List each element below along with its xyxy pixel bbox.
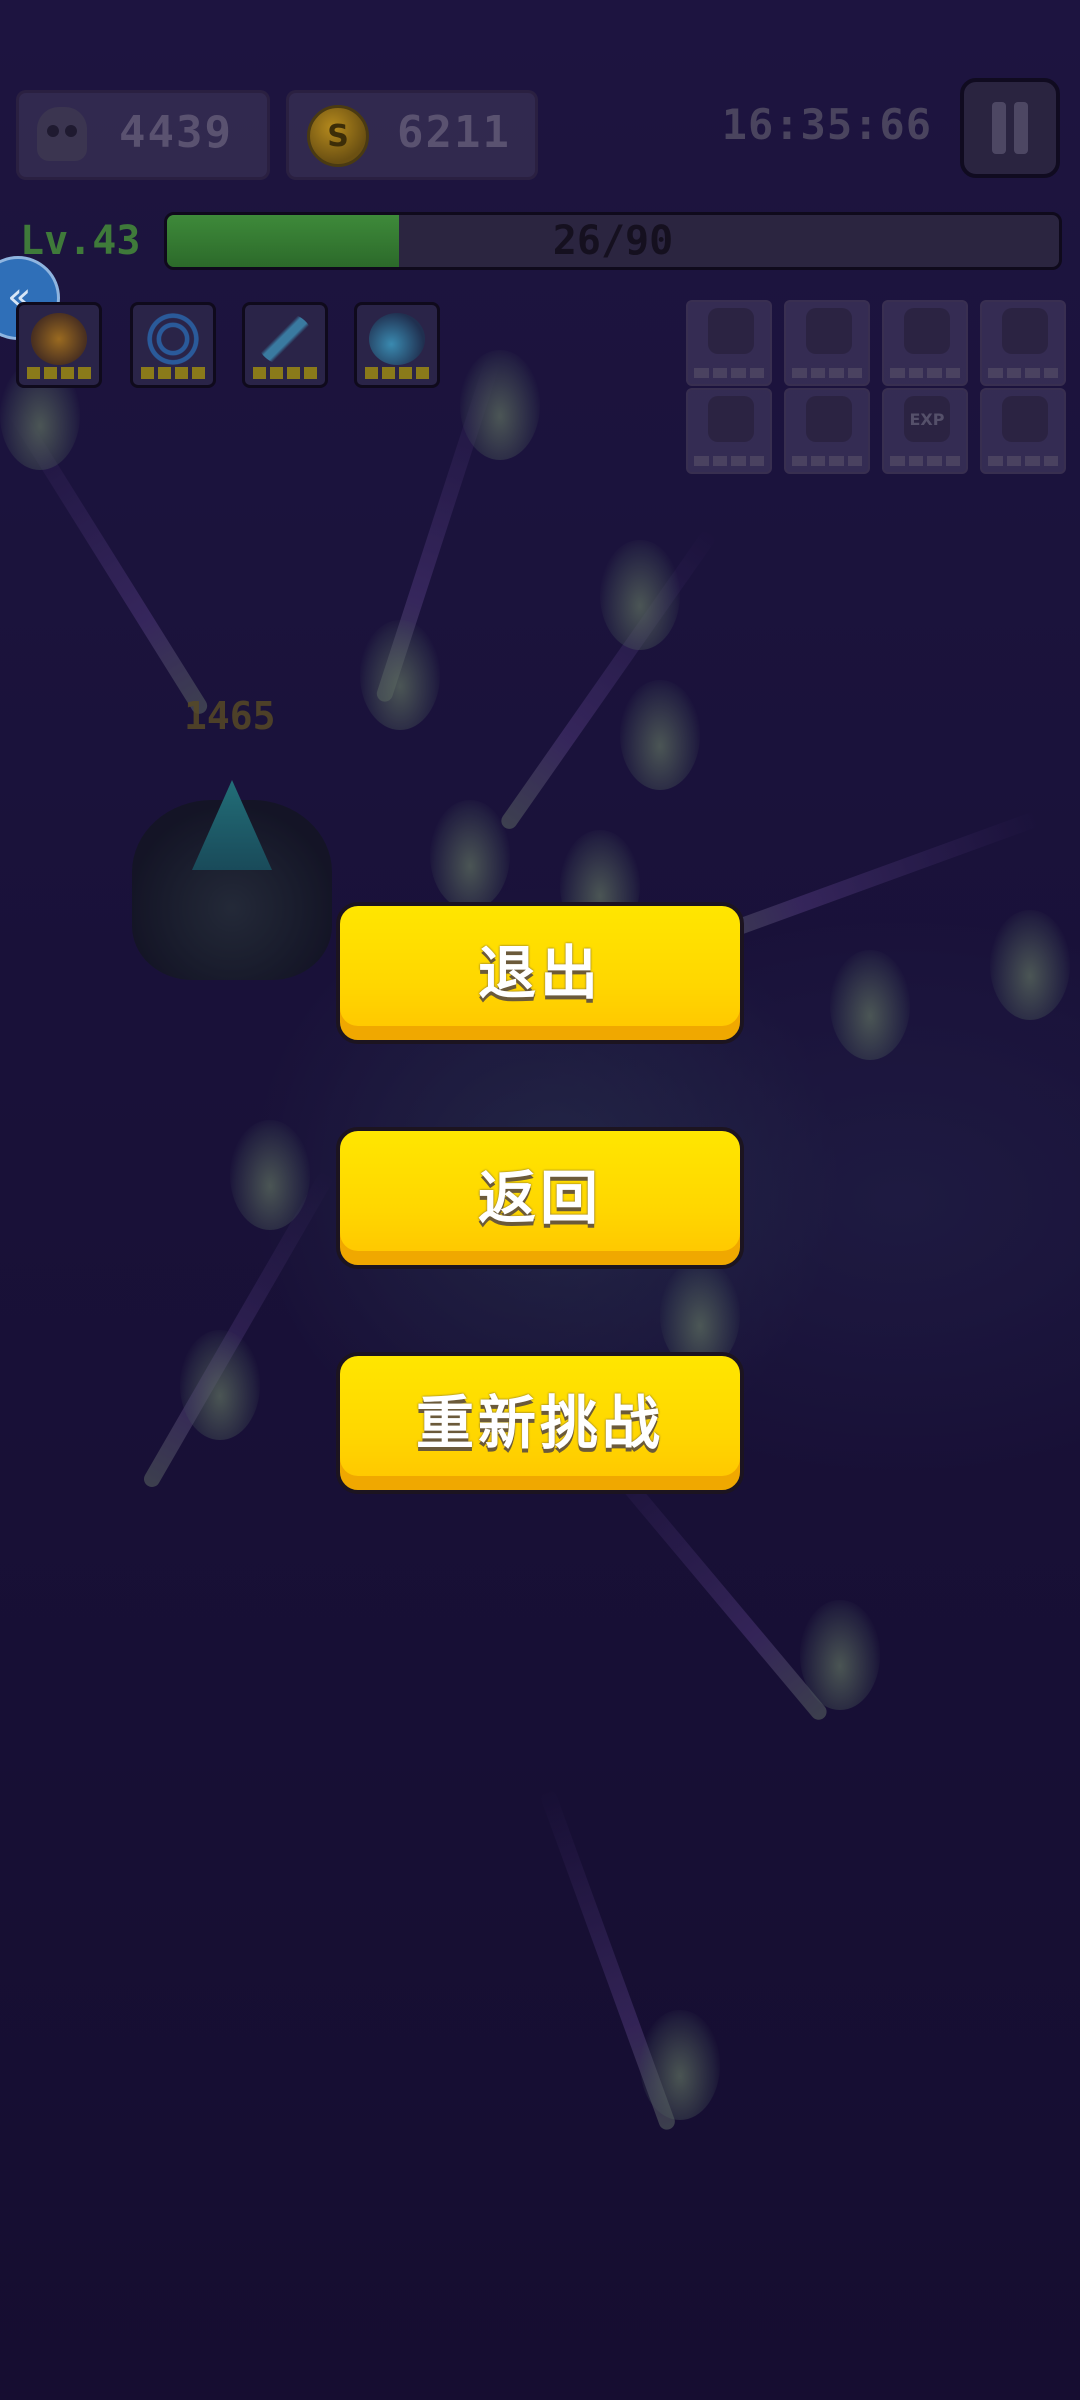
kill-count: 4439 <box>119 107 233 158</box>
stat-boot <box>882 300 968 386</box>
coin-counter: S 6211 <box>286 90 538 180</box>
blade-icon <box>257 313 313 365</box>
skill-slot-flame <box>16 302 102 388</box>
wing-icon <box>369 313 425 365</box>
boot-icon <box>904 308 950 354</box>
magnet-icon <box>708 396 754 442</box>
stat-exp: EXP <box>882 388 968 474</box>
stat-ring <box>784 388 870 474</box>
exit-button-label: 退出 <box>477 939 602 1007</box>
stat-claw <box>980 388 1066 474</box>
stat-heart <box>784 300 870 386</box>
exit-button[interactable]: 退出 <box>336 902 744 1044</box>
exp-icon: EXP <box>904 396 950 442</box>
back-button[interactable]: 返回 <box>336 1127 744 1269</box>
skill-slot-wing <box>354 302 440 388</box>
stat-strength <box>686 300 772 386</box>
stat-magnet <box>686 388 772 474</box>
ring-icon <box>145 313 201 365</box>
heart-icon <box>806 308 852 354</box>
skill-slot-ring <box>130 302 216 388</box>
coin-icon: S <box>307 105 369 167</box>
pause-icon <box>992 102 1006 154</box>
survival-timer: 16:35:66 <box>721 100 932 149</box>
ring-icon <box>806 396 852 442</box>
retry-button[interactable]: 重新挑战 <box>336 1352 744 1494</box>
coin-count: 6211 <box>397 107 511 158</box>
strength-icon <box>708 308 754 354</box>
pause-button[interactable] <box>960 78 1060 178</box>
skill-slot-blade <box>242 302 328 388</box>
claw-icon <box>1002 396 1048 442</box>
back-button-label: 返回 <box>477 1164 602 1232</box>
skull-icon <box>37 107 87 161</box>
retry-button-label: 重新挑战 <box>415 1389 664 1457</box>
level-label: Lv.43 <box>20 218 141 264</box>
kill-counter: 4439 <box>16 90 270 180</box>
flame-icon <box>31 313 87 365</box>
shield-icon <box>1002 308 1048 354</box>
xp-text: 26/90 <box>552 218 674 264</box>
stat-shield <box>980 300 1066 386</box>
xp-bar: 26/90 <box>164 212 1062 270</box>
